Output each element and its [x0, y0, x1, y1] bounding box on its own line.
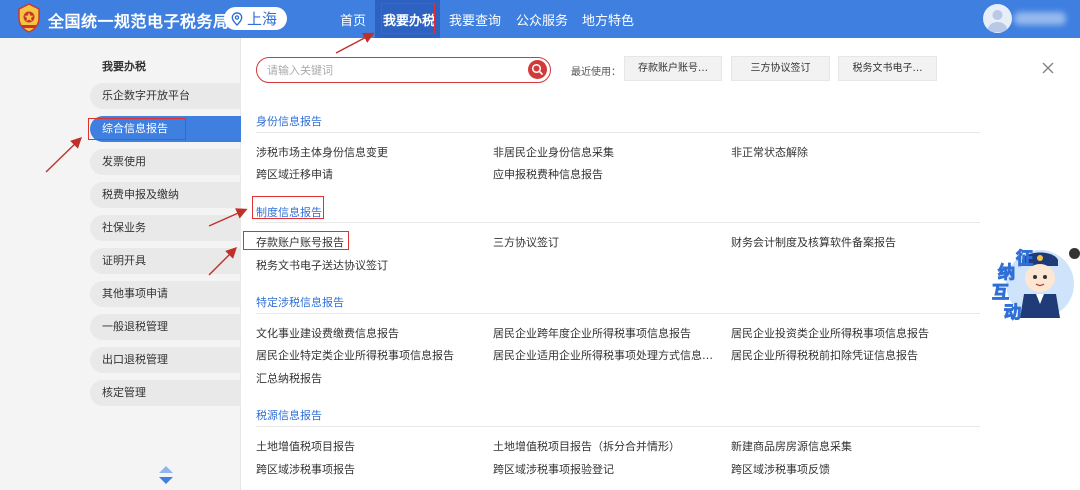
link-cross-year-cit[interactable]: 居民企业跨年度企业所得税事项信息报告: [493, 325, 691, 341]
sidebar-title: 我要办税: [102, 60, 146, 73]
mascot-char-1: 征: [1016, 249, 1034, 270]
link-new-housing-info[interactable]: 新建商品房房源信息采集: [731, 438, 852, 454]
link-consolidated-tax-report[interactable]: 汇总纳税报告: [256, 370, 322, 386]
link-cit-deduction-voucher[interactable]: 居民企业所得税税前扣除凭证信息报告: [731, 347, 918, 363]
user-avatar[interactable]: [983, 4, 1012, 33]
recent-item-tripartite[interactable]: 三方协议签订: [731, 56, 830, 81]
link-e-delivery-agreement[interactable]: 税务文书电子送达协议签订: [256, 257, 388, 273]
link-cross-region-migration[interactable]: 跨区域迁移申请: [256, 166, 333, 182]
search-button[interactable]: [528, 60, 547, 79]
link-tax-type-report[interactable]: 应申报税费种信息报告: [493, 166, 603, 182]
search-input[interactable]: [267, 61, 517, 79]
nav-query[interactable]: 我要查询: [449, 10, 501, 29]
recent-item-deposit-account[interactable]: 存款账户账号…: [624, 56, 722, 81]
mascot-char-4: 动: [1004, 303, 1022, 324]
city-name: 上海: [247, 10, 278, 28]
recent-item-e-delivery[interactable]: 税务文书电子…: [838, 56, 937, 81]
search-box: [256, 57, 551, 83]
sidebar-scroll-arrows-icon[interactable]: [158, 464, 174, 486]
search-icon: [531, 63, 543, 75]
sidebar-highlight-box: [88, 118, 186, 140]
link-cit-treatment[interactable]: 居民企业适用企业所得税事项处理方式信息…: [493, 347, 713, 363]
sidebar-item-assessment[interactable]: 核定管理: [90, 380, 241, 406]
link-accounting-system-filing[interactable]: 财务会计制度及核算软件备案报告: [731, 234, 896, 250]
link-highlight-box: [243, 231, 349, 250]
sidebar: 我要办税 乐企数字开放平台 综合信息报告 发票使用 税费申报及缴纳 社保业务 证…: [0, 38, 241, 490]
section-divider: [256, 132, 980, 133]
nav-home[interactable]: 首页: [340, 10, 366, 29]
location-pin-icon: [231, 11, 243, 26]
link-cross-region-registration[interactable]: 跨区域涉税事项报验登记: [493, 461, 614, 477]
tax-emblem-icon: [18, 3, 40, 33]
sidebar-item-leqi-platform[interactable]: 乐企数字开放平台: [90, 83, 241, 109]
sidebar-item-social-security[interactable]: 社保业务: [90, 215, 241, 241]
section-title-identity: 身份信息报告: [256, 115, 322, 128]
sidebar-item-certificate[interactable]: 证明开具: [90, 248, 241, 274]
link-entity-info-change[interactable]: 涉税市场主体身份信息变更: [256, 144, 388, 160]
link-cross-region-report[interactable]: 跨区域涉税事项报告: [256, 461, 355, 477]
sidebar-item-invoice[interactable]: 发票使用: [90, 149, 241, 175]
link-specific-cit[interactable]: 居民企业特定类企业所得税事项信息报告: [256, 347, 454, 363]
sidebar-item-tax-declaration[interactable]: 税费申报及缴纳: [90, 182, 241, 208]
link-nonresident-info[interactable]: 非居民企业身份信息采集: [493, 144, 614, 160]
recent-use-label: 最近使用：: [571, 67, 621, 78]
user-name-blurred: [1014, 12, 1066, 25]
user-icon: [987, 10, 1008, 32]
link-tripartite-agreement[interactable]: 三方协议签订: [493, 234, 559, 250]
sidebar-item-export-refund[interactable]: 出口退税管理: [90, 347, 241, 373]
nav-local-features[interactable]: 地方特色: [582, 10, 634, 29]
mascot-close-button[interactable]: [1069, 248, 1080, 259]
sidebar-item-other-applications[interactable]: 其他事项申请: [90, 281, 241, 307]
section-highlight-box: [252, 196, 324, 219]
link-abnormal-release[interactable]: 非正常状态解除: [731, 144, 808, 160]
interaction-mascot[interactable]: 征 纳 互 动: [992, 244, 1076, 324]
link-land-vat-split-merge[interactable]: 土地增值税项目报告（拆分合并情形）: [493, 438, 680, 454]
section-title-specific: 特定涉税信息报告: [256, 296, 344, 309]
section-divider: [256, 313, 980, 314]
close-icon[interactable]: [1041, 61, 1055, 75]
link-land-vat-project[interactable]: 土地增值税项目报告: [256, 438, 355, 454]
top-navigation-bar: 全国统一规范电子税务局 上海 首页 我要办税 我要查询 公众服务 地方特色: [0, 0, 1080, 38]
nav-public-service[interactable]: 公众服务: [516, 10, 568, 29]
link-cross-region-feedback[interactable]: 跨区域涉税事项反馈: [731, 461, 830, 477]
nav-highlight-box: [381, 3, 435, 34]
section-divider: [256, 222, 980, 223]
site-title: 全国统一规范电子税务局: [48, 12, 230, 31]
section-divider: [256, 426, 980, 427]
city-selector[interactable]: 上海: [224, 7, 287, 30]
section-title-tax-source: 税源信息报告: [256, 409, 322, 422]
link-cultural-fee-report[interactable]: 文化事业建设费缴费信息报告: [256, 325, 399, 341]
link-investment-cit[interactable]: 居民企业投资类企业所得税事项信息报告: [731, 325, 929, 341]
sidebar-item-general-refund[interactable]: 一般退税管理: [90, 314, 241, 340]
